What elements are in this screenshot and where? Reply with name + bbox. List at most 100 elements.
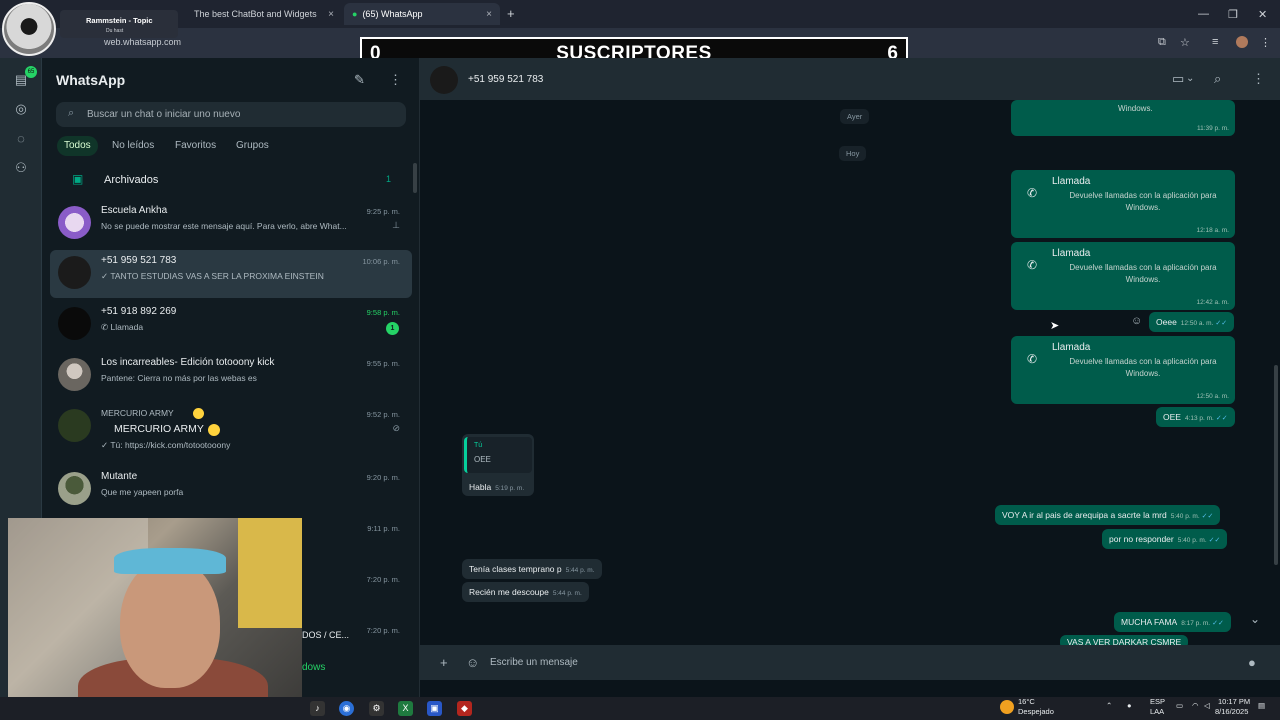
chat-header[interactable]: +51 959 521 783 ▭ ⌄ ⌕ ⋮ [420,58,1280,100]
tab-search-icon[interactable]: ≡ [1212,36,1218,48]
bookmark-star-icon[interactable]: ☆ [1180,36,1190,49]
chat-item[interactable]: Escuela Ankha 9:25 p. m. No se puede mos… [50,200,412,248]
chat-time: 9:25 p. m. [366,207,400,216]
message-bubble-partial[interactable]: VAS A VER DARKAR CSMRE [1060,635,1189,645]
call-desc: Devuelve llamadas con la aplicación para… [1069,191,1217,212]
read-check-icon: ✓✓ [1201,513,1214,520]
install-icon[interactable]: ⧉ [1158,36,1166,49]
read-check-icon: ✓✓ [1212,620,1224,627]
filter-favoritos[interactable]: Favoritos [168,136,223,156]
yellow-circle-icon [193,408,204,419]
archived-row[interactable]: ▣ Archivados 1 [42,166,419,194]
message-text: Tenía clases temprano p [469,564,562,574]
emoji-icon[interactable]: ☺ [466,655,479,670]
emoji-react-icon[interactable]: ☺ [1131,315,1142,327]
tray-chevron-icon[interactable]: ⌃ [1106,701,1112,710]
call-bubble[interactable]: ✆ Llamada Devuelve llamadas con la aplic… [1011,242,1235,310]
contact-avatar[interactable] [430,66,458,94]
close-icon[interactable]: × [328,9,334,20]
chevron-down-icon[interactable]: ⌄ [1186,73,1194,84]
minimize-button[interactable]: — [1198,8,1209,20]
message-text: VAS A VER DARKAR CSMRE [1067,637,1182,645]
close-icon[interactable]: × [486,9,492,20]
quote-author: Tú [474,442,483,449]
chats-unread-badge: 65 [25,66,37,78]
clock-date[interactable]: 8/16/2025 [1215,707,1248,716]
chrome-icon[interactable]: ◉ [339,701,354,716]
search-icon[interactable]: ⌕ [1214,71,1221,87]
language-code[interactable]: ESP [1150,697,1165,706]
chat-item[interactable]: MERCURIO ARMY MERCURIO ARMY 9:52 p. m. ✓… [50,403,412,461]
chat-preview: No se puede mostrar este mensaje aquí. P… [101,221,347,231]
close-window-button[interactable]: ✕ [1258,8,1267,21]
new-tab-button[interactable]: + [507,6,515,21]
message-bubble[interactable]: Recién me descoupe 5:44 p. m. [462,582,589,602]
filter-grupos[interactable]: Grupos [229,136,276,156]
browser-menu-icon[interactable]: ⋮ [1260,36,1271,49]
message-time: 5:19 p. m. [495,485,525,492]
search-box: ⌕ [56,102,406,127]
communities-icon[interactable]: ⚇ [13,160,29,176]
search-input[interactable] [87,106,387,123]
chat-item[interactable]: Los incarreables- Edición totooony kick … [50,352,412,400]
contact-name[interactable]: +51 959 521 783 [468,74,543,85]
message-bubble[interactable]: OEE 4:13 p. m. ✓✓ [1156,407,1235,427]
chat-item[interactable]: +51 918 892 269 9:58 p. m. ✆ Llamada 1 [50,301,412,349]
new-chat-icon[interactable]: ✎ [354,72,365,88]
app-icon[interactable]: ◆ [457,701,472,716]
chat-subname: MERCURIO ARMY [114,423,204,435]
tab-whatsapp[interactable]: ● (65) WhatsApp × [344,3,500,25]
webcam-overlay [8,518,302,710]
message-time: 5:44 p. m. [565,567,595,574]
url-field[interactable]: web.whatsapp.com [104,37,181,47]
call-bubble[interactable]: ✆ Llamada Devuelve llamadas con la aplic… [1011,170,1235,238]
call-bubble[interactable]: ✆ Llamada Devuelve llamadas con la aplic… [1011,336,1235,404]
volume-icon[interactable]: ◁ [1204,701,1210,710]
message-bubble[interactable]: Tenía clases temprano p 5:44 p. m. [462,559,602,579]
call-bubble-partial[interactable]: Windows. 11:39 p. m. [1011,100,1235,136]
archive-icon: ▣ [72,172,84,186]
notification-icon[interactable]: ▤ [1258,701,1265,710]
music-app-icon[interactable]: ♪ [310,701,325,716]
mic-icon[interactable]: ● [1248,655,1256,670]
message-bubble[interactable]: Oeee 12:50 a. m. ✓✓ [1149,312,1235,332]
sidebar-scrollbar[interactable] [413,163,417,193]
maximize-button[interactable]: ❐ [1228,8,1238,21]
quoted-message[interactable]: Tú OEE [464,437,532,473]
chat-time: 9:58 p. m. [366,308,400,317]
weather-desc[interactable]: Despejado [1018,707,1054,716]
menu-icon[interactable]: ⋮ [389,72,402,88]
video-call-icon[interactable]: ▭ [1172,71,1184,87]
messages-scrollbar[interactable] [1274,365,1278,565]
display-icon[interactable]: ▭ [1176,701,1183,710]
message-bubble[interactable]: VOY A ir al pais de arequipa a sacrte la… [995,505,1221,525]
chat-item-selected[interactable]: +51 959 521 783 10:06 p. m. ✓ TANTO ESTU… [50,250,412,298]
clock-time[interactable]: 10:17 PM [1218,697,1250,706]
mic-icon[interactable]: ● [1127,701,1132,710]
date-chip: Hoy [839,146,867,161]
tab-chatbot[interactable]: The best ChatBot and Widgets × [186,3,342,25]
attach-plus-icon[interactable]: + [440,655,448,670]
message-bubble[interactable]: por no responder 5:40 p. m. ✓✓ [1102,529,1228,549]
weather-temp[interactable]: 16°C [1018,697,1035,706]
profile-avatar[interactable] [1236,36,1248,48]
status-icon[interactable]: ◎ [13,101,29,117]
chat-item[interactable]: Mutante 9:20 p. m. Que me yapeen porfa [50,466,412,514]
app-icon[interactable]: ▣ [427,701,442,716]
filter-todos[interactable]: Todos [57,136,98,156]
message-text-row: Habla 5:19 p. m. [462,477,531,497]
message-bubble[interactable]: MUCHA FAMA 8:17 p. m. ✓✓ [1114,612,1231,632]
chat-time: 9:55 p. m. [366,359,400,368]
channels-icon[interactable]: ◌ [13,131,29,147]
message-text: Recién me descoupe [469,587,549,597]
app-icon[interactable]: ⚙ [369,701,384,716]
avatar [58,307,91,340]
keyboard-layout[interactable]: LAA [1150,707,1164,716]
filter-no-leidos[interactable]: No leídos [105,136,161,156]
message-input[interactable] [490,654,1190,671]
menu-icon[interactable]: ⋮ [1252,71,1265,87]
chat-time: 9:52 p. m. [366,410,400,419]
excel-icon[interactable]: X [398,701,413,716]
wifi-icon[interactable]: ◠ [1192,701,1199,710]
scroll-down-icon[interactable]: ⌄ [1250,612,1260,626]
